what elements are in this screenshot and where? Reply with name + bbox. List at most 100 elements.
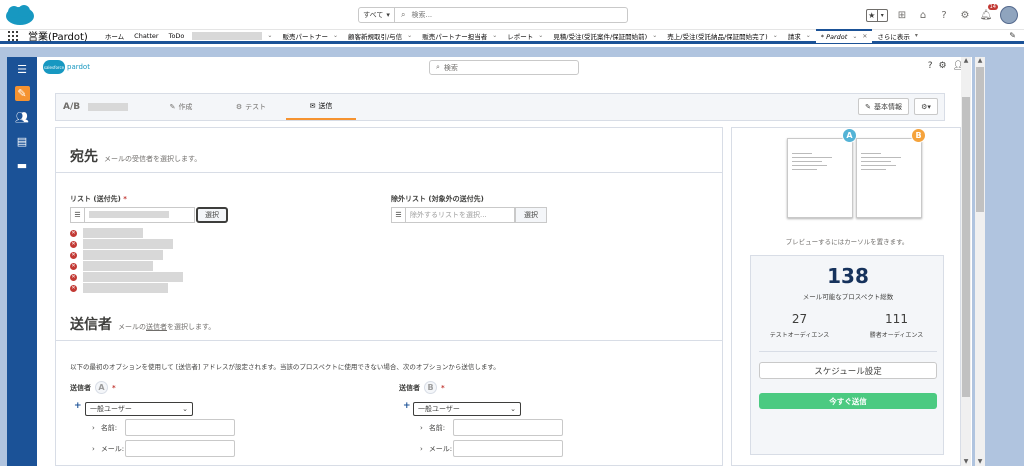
nav-item-quotes[interactable]: 見積/受注(受託案件/保証開始前) ⌄ [548,29,662,43]
trailhead-icon[interactable]: ⌂ [916,8,930,22]
global-search-input[interactable] [411,11,592,19]
chevron-down-icon: ⌄ [852,33,858,40]
divider [759,351,937,352]
divider [56,340,722,341]
settings-dropdown-button[interactable]: ⚙ ▾ [914,98,938,115]
variant-b-circle: B [424,381,437,394]
chevron-down-icon: ⌄ [407,32,413,39]
caret-down-icon: ▾ [927,102,931,111]
chevron-down-icon: ⌄ [332,32,338,39]
list-icon: ☰ [71,208,85,222]
redacted-text [83,239,173,249]
send-stats-box: 138 メール可能なプロスペクト総数 27 111 テストオーディエンス 勝者オ… [750,255,944,455]
marketing-icon[interactable]: ✎ [7,81,37,105]
exclude-select-button[interactable]: 選択 [515,207,547,223]
star-icon: ★ [868,10,876,20]
pardot-search[interactable]: ⌕ 検索 [429,60,579,75]
salesforce-cloud-icon: salesforce [43,60,65,74]
inner-scrollbar[interactable]: ▲ ▼ [961,57,971,466]
remove-icon[interactable]: ✕ [70,262,77,270]
remove-icon[interactable]: ✕ [70,229,77,237]
chevron-down-icon: ▾ [876,9,888,21]
setup-gear-icon[interactable]: ⚙ [958,8,972,22]
global-actions-icon[interactable]: ⊞ [895,8,909,22]
divider [56,172,722,173]
sender-b-name-input[interactable] [453,419,563,436]
list-select-button[interactable]: 選択 [196,207,228,223]
page-scrollbar[interactable]: ▲ ▼ [975,57,985,466]
email-preview-a[interactable] [787,138,853,218]
sender-b-select[interactable]: 一般ユーザー ⌄ [413,402,521,416]
app-launcher-icon[interactable] [8,30,18,41]
prospects-icon[interactable]: 👥︎ [7,105,37,129]
chevron-right-icon: › [420,424,423,432]
add-sender-icon[interactable]: + [403,401,411,411]
nav-item-home[interactable]: ホーム [100,29,129,43]
sender-a-select[interactable]: 一般ユーザー ⌄ [85,402,193,416]
pardot-header-icons: ? ⚙ 👤︎ [928,61,964,71]
global-search[interactable]: すべて ▾ ⌕ [358,7,628,23]
add-sender-icon[interactable]: + [74,401,82,411]
nav-item-billing[interactable]: 請求 ⌄ [783,29,816,43]
exclude-list-picker[interactable]: ☰ 除外するリストを選択... [391,207,515,223]
search-scope-dropdown[interactable]: すべて ▾ [359,8,395,22]
nav-item-new-deal[interactable]: 顧客新規取引/与信 ⌄ [343,29,417,43]
nav-item-partner-contacts[interactable]: 販売パートナー担当者 ⌄ [417,29,502,43]
menu-icon[interactable]: ☰ [7,57,37,81]
caret-down-icon: ▾ [914,32,918,39]
nav-item-partners[interactable]: 販売パートナー ⌄ [277,29,343,43]
salesforce-logo-icon[interactable] [4,4,36,26]
redacted-text [83,261,153,271]
step-send[interactable]: ✉ 送信 [286,94,356,120]
redacted-text [83,272,183,282]
remove-icon[interactable]: ✕ [70,240,77,248]
favorites-button[interactable]: ★ ▾ [866,8,888,22]
basic-info-button[interactable]: ✎ 基本情報 [858,98,909,115]
remove-icon[interactable]: ✕ [70,284,77,292]
exclude-list-label: 除外リスト (対象外の送付先) [391,195,484,203]
sender-a-name-input[interactable] [125,419,235,436]
help-icon[interactable]: ? [928,61,933,71]
notification-bell-icon[interactable]: 🔔︎ 14 [979,4,998,22]
sender-a-mail-input[interactable] [125,440,235,457]
list-item: ✕ [70,250,163,260]
pardot-logo[interactable]: salesforce pardot [43,60,90,74]
ab-title: A/B [63,102,129,112]
nav-item-sales[interactable]: 売上/受注(受託納品/保証開始完了) ⌄ [662,29,782,43]
scrollbar-thumb[interactable] [962,97,970,397]
redacted-text [88,103,129,111]
admin-briefcase-icon[interactable]: ▬ [7,153,37,177]
sender-note: 以下の最初のオプションを使用して [送信者] アドレスが設定されます。当該のプロ… [70,363,500,371]
remove-icon[interactable]: ✕ [70,273,77,281]
send-now-button[interactable]: 今すぐ送信 [759,393,937,409]
help-icon[interactable]: ? [937,8,951,22]
sender-link[interactable]: 送信者 [146,323,167,331]
scroll-up-icon: ▲ [977,57,983,64]
nav-item-pardot[interactable]: * Pardot ⌄ ✕ [815,28,873,43]
step-test[interactable]: ⚙ テスト [216,94,286,120]
nav-item-chatter[interactable]: Chatter [129,29,163,43]
nav-item-reports[interactable]: レポート ⌄ [502,29,548,43]
global-header: すべて ▾ ⌕ ★ ▾ ⊞ ⌂ ? ⚙ 🔔︎ 14 [0,0,1024,30]
sender-title: 送信者 メールの送信者を選択します。 [70,317,216,333]
user-avatar[interactable] [1000,6,1018,24]
step-create[interactable]: ✎ 作成 [146,94,216,120]
mail-icon: ✉ [309,102,316,110]
total-prospects-count: 138 [827,264,869,288]
scrollbar-thumb[interactable] [976,67,984,212]
list-item: ✕ [70,228,143,238]
list-label: リスト (送付先) * [70,195,127,203]
schedule-button[interactable]: スケジュール設定 [759,362,937,379]
nav-item-todo[interactable]: ToDo ⌄ [164,29,278,43]
total-prospects-label: メール可能なプロスペクト総数 [802,293,894,301]
nav-more[interactable]: さらに表示 ▾ [872,29,923,43]
sender-b-mail-input[interactable] [453,440,563,457]
list-picker[interactable]: ☰ [70,207,195,223]
scroll-up-icon: ▲ [963,57,969,64]
edit-icon: ✎ [169,103,176,111]
email-preview-b[interactable] [856,138,922,218]
reports-icon[interactable]: ▤ [7,129,37,153]
gear-icon[interactable]: ⚙ [938,61,946,71]
remove-icon[interactable]: ✕ [70,251,77,259]
edit-nav-pencil-icon[interactable]: ✎ [1009,31,1016,40]
